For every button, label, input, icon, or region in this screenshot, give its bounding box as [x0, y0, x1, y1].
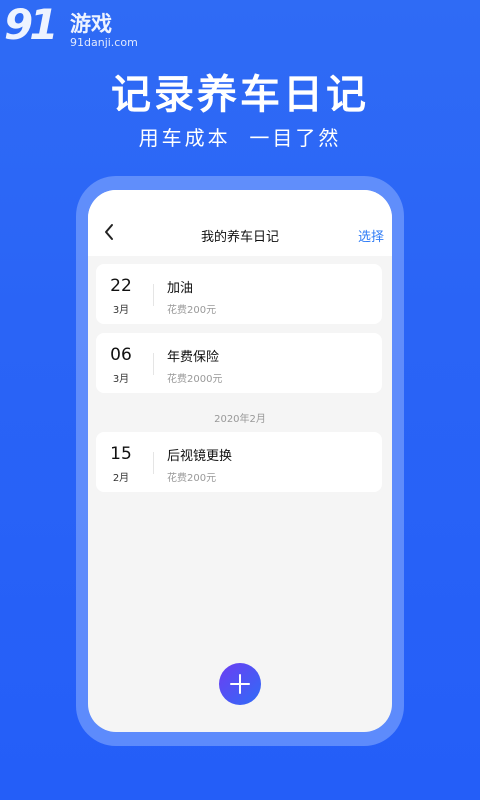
phone-screen: 我的养车日记 选择 22 3月 加油 花费200元 06 3月 年费保险 花费2… [88, 190, 392, 732]
entry-cost: 花费2000元 [167, 374, 223, 385]
diary-entry-card[interactable]: 15 2月 后视镜更换 花费200元 [96, 432, 382, 492]
select-button[interactable]: 选择 [358, 226, 384, 245]
entry-month: 3月 [112, 305, 130, 316]
diary-entry-card[interactable]: 06 3月 年费保险 花费2000元 [96, 333, 382, 393]
entry-day: 22 [110, 276, 132, 296]
page-title: 我的养车日记 [200, 230, 279, 245]
entry-title: 后视镜更换 [167, 449, 233, 464]
hero-title: 记录养车日记 [111, 72, 369, 118]
plus-icon [230, 674, 250, 694]
entry-cost: 花费200元 [167, 305, 217, 316]
watermark-text: 游戏 [70, 12, 112, 36]
watermark-logo: 91 游戏 91danji.com [4, 0, 144, 50]
hero-subtitle: 用车成本 一目了然 [138, 126, 342, 150]
entry-cost: 花费200元 [167, 473, 217, 484]
entry-divider [153, 284, 154, 306]
section-header-date: 2020年2月 [214, 414, 266, 425]
watermark-number: 91 [4, 0, 58, 49]
entry-day: 06 [110, 345, 132, 365]
entry-title: 年费保险 [167, 350, 220, 365]
nav-bar: 我的养车日记 选择 [88, 190, 392, 256]
watermark-url: 91danji.com [70, 36, 138, 49]
entry-title: 加油 [167, 281, 194, 296]
entry-month: 2月 [112, 473, 130, 484]
entry-divider [153, 353, 154, 375]
entry-day: 15 [110, 444, 132, 464]
entry-month: 3月 [112, 374, 130, 385]
diary-entry-card[interactable]: 22 3月 加油 花费200元 [96, 264, 382, 324]
entry-divider [153, 452, 154, 474]
add-entry-button[interactable] [219, 663, 261, 705]
